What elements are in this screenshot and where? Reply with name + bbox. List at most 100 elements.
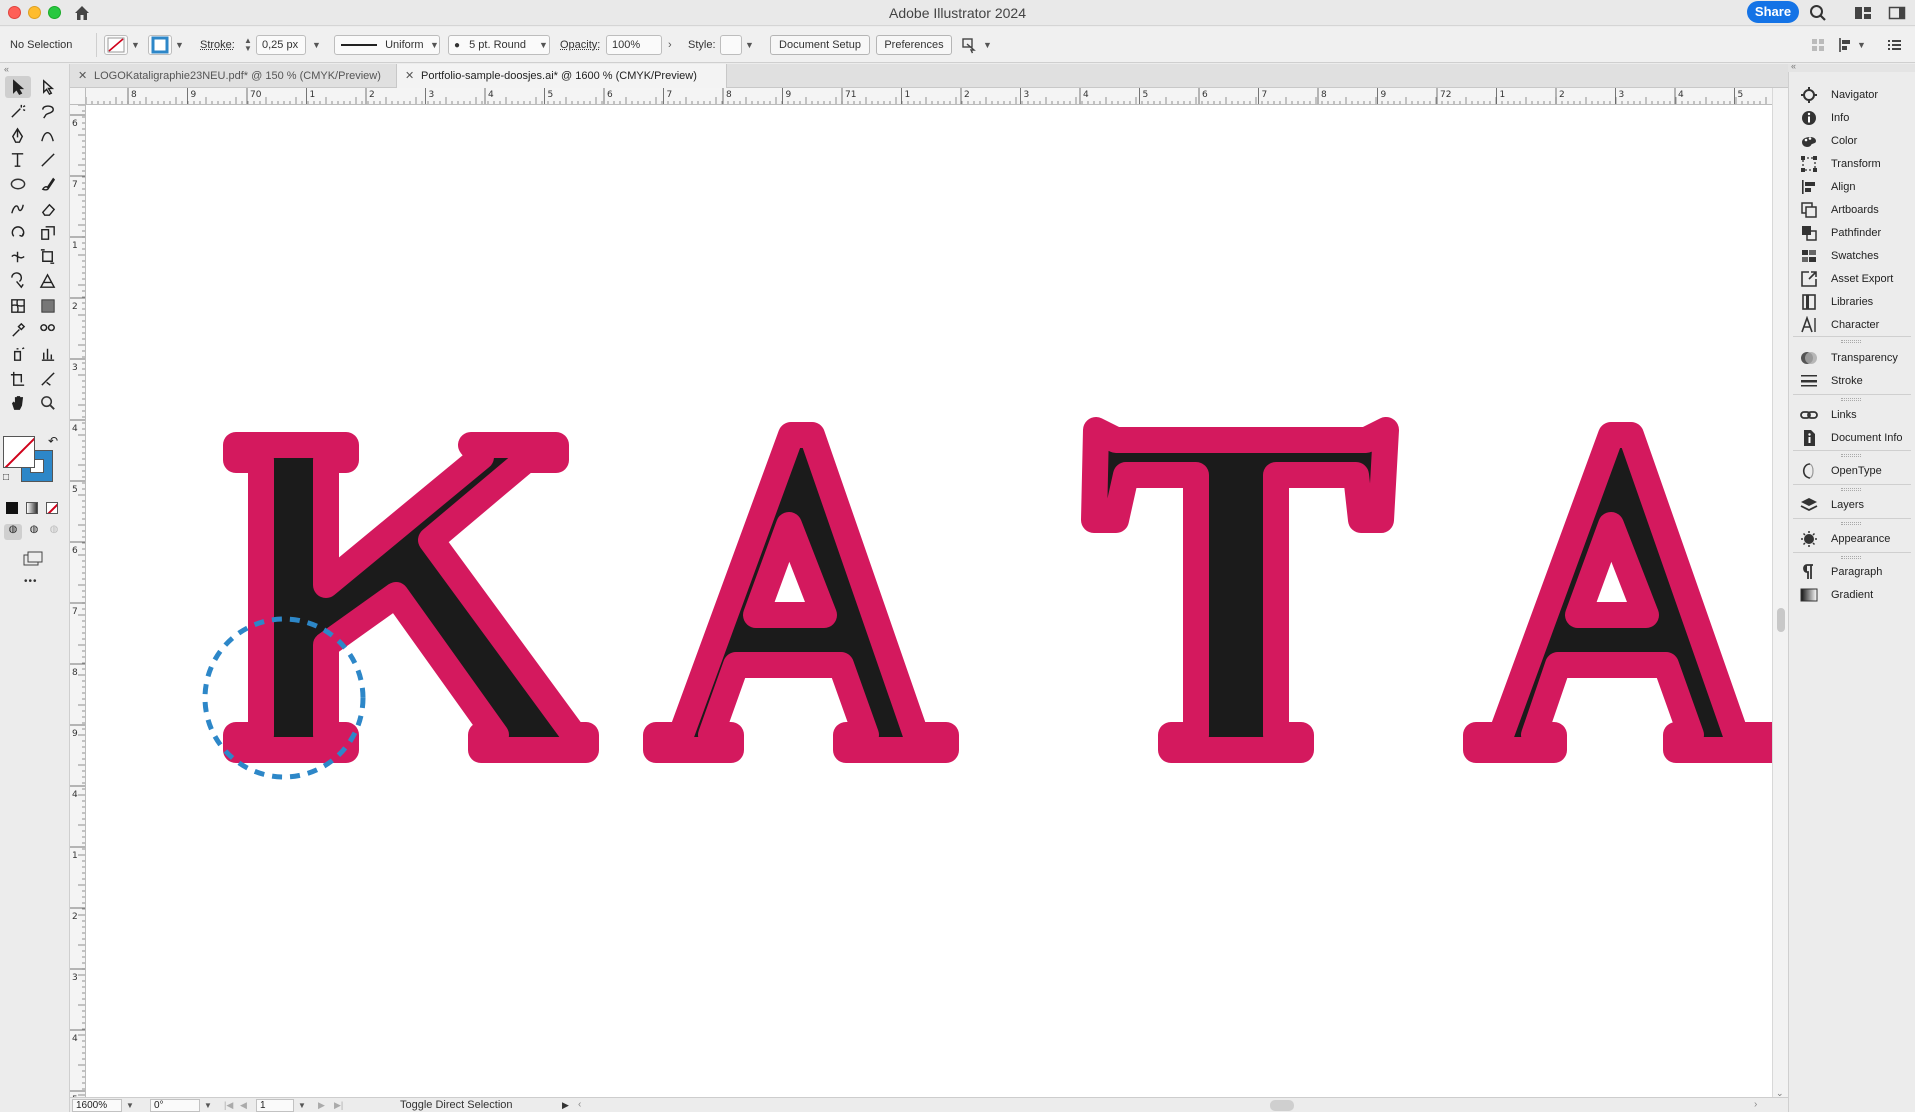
stroke-weight-dropdown-icon[interactable]: ▼ [312,40,321,50]
tab-logokataligraphie[interactable]: ✕ LOGOKataligraphie23NEU.pdf* @ 150 % (C… [70,64,397,88]
search-icon[interactable] [1808,3,1828,23]
first-artboard-icon[interactable]: |◀ [224,1098,233,1112]
letter-k[interactable] [223,432,599,763]
line-segment-tool[interactable] [35,149,61,171]
artboard-canvas[interactable] [86,105,1772,1101]
edit-toolbar-icon[interactable]: ••• [24,576,38,587]
document-setup-button[interactable]: Document Setup [770,35,870,55]
panel-item-layers[interactable]: Layers [1789,492,1915,518]
panel-item-stroke[interactable]: Stroke [1789,368,1915,394]
eraser-tool[interactable] [35,198,61,220]
fill-color-box[interactable] [3,436,35,468]
close-tab-icon[interactable]: ✕ [78,64,87,88]
column-graph-tool[interactable] [35,343,61,365]
type-tool[interactable] [5,149,31,171]
perspective-grid-tool[interactable] [35,270,61,292]
direct-selection-tool[interactable] [35,76,61,98]
vertical-scroll-thumb[interactable] [1777,608,1785,632]
panel-group-grip[interactable] [1841,556,1861,559]
style-dropdown-icon[interactable]: ▼ [745,40,754,50]
slice-tool[interactable] [35,368,61,390]
brush-definition-select[interactable]: ● 5 pt. Round [448,35,550,55]
letter-a[interactable] [643,422,959,763]
panel-group-grip[interactable] [1841,340,1861,343]
none-mode-button[interactable] [46,502,58,514]
ruler-origin[interactable] [70,88,86,105]
panel-dock-header[interactable]: « [1788,61,1915,72]
preferences-button[interactable]: Preferences [876,35,952,55]
gradient-tool[interactable] [35,295,61,317]
opacity-expand-icon[interactable]: › [668,39,672,51]
vertical-ruler[interactable]: 67123456789412345 [70,105,86,1101]
distribute-options-icon[interactable] [1836,35,1856,55]
panel-item-gradient[interactable]: Gradient [1789,582,1915,608]
fill-dropdown-icon[interactable]: ▼ [131,40,140,50]
panel-group-grip[interactable] [1841,522,1861,525]
symbol-sprayer-tool[interactable] [5,343,31,365]
artboard-dropdown-icon[interactable]: ▼ [298,1101,306,1110]
selection-tool[interactable] [5,76,31,98]
graphic-style-swatch[interactable] [720,35,742,55]
color-mode-button[interactable] [6,502,18,514]
scale-tool[interactable] [35,222,61,244]
draw-inside-button[interactable]: ◍ [46,524,62,540]
draw-normal-button[interactable]: ◍ [4,524,22,540]
pen-tool[interactable] [5,125,31,147]
share-button[interactable]: Share [1747,1,1799,23]
stroke-dropdown-icon[interactable]: ▼ [175,40,184,50]
panel-item-document-info[interactable]: Document Info [1789,425,1915,451]
variable-width-profile-select[interactable]: Uniform [334,35,440,55]
artboard-number-input[interactable]: 1 [256,1099,294,1112]
rotation-input[interactable]: 0° [150,1099,200,1112]
vertical-scrollbar[interactable]: ⌄ [1772,88,1788,1101]
align-options-icon[interactable] [1808,35,1828,55]
mesh-tool[interactable] [5,295,31,317]
blend-tool[interactable] [35,319,61,341]
swap-fill-stroke-icon[interactable]: ↶ [48,434,58,448]
profile-dropdown-icon[interactable]: ▼ [430,40,439,50]
panel-group-grip[interactable] [1841,398,1861,401]
artboard-tool[interactable] [5,368,31,390]
horizontal-scroll-thumb[interactable] [1270,1100,1294,1111]
lasso-tool[interactable] [35,100,61,122]
toolbar-collapse-icon[interactable]: « [4,64,9,74]
close-tab-icon[interactable]: ✕ [405,64,414,88]
curvature-tool[interactable] [35,125,61,147]
default-fill-stroke-icon[interactable]: □ [3,472,9,483]
arrange-dropdown-icon[interactable]: ▼ [983,40,992,50]
control-menu-icon[interactable] [1884,35,1904,55]
rotation-dropdown-icon[interactable]: ▼ [204,1101,212,1110]
arrange-documents-icon[interactable] [960,35,980,55]
panel-item-appearance[interactable]: Appearance [1789,526,1915,552]
panel-item-character[interactable]: Character [1789,312,1915,338]
panel-group-grip[interactable] [1841,488,1861,491]
stroke-swatch[interactable] [148,35,172,55]
scroll-left-icon[interactable]: ‹ [578,1098,581,1112]
zoom-tool[interactable] [35,392,61,414]
eyedropper-tool[interactable] [5,319,31,341]
panel-item-opentype[interactable]: OpenType [1789,458,1915,484]
tab-portfolio-sample[interactable]: ✕ Portfolio-sample-doosjes.ai* @ 1600 % … [397,64,727,88]
letter-t[interactable] [1081,417,1399,763]
stroke-label[interactable]: Stroke: [200,27,235,63]
rotate-tool[interactable] [5,222,31,244]
fill-swatch[interactable] [104,35,128,55]
status-menu-icon[interactable]: ▶ [562,1098,569,1112]
shaper-tool[interactable] [5,198,31,220]
paintbrush-tool[interactable] [35,173,61,195]
workspace-switcher-icon[interactable] [1853,3,1873,23]
opacity-input[interactable]: 100% [606,35,662,55]
stroke-weight-input[interactable]: 0,25 px [256,35,306,55]
magic-wand-tool[interactable] [5,100,31,122]
gradient-mode-button[interactable] [26,502,38,514]
stroke-stepper-icon[interactable]: ▲ ▼ [244,37,252,53]
next-artboard-icon[interactable]: ▶ [318,1098,325,1112]
letter-a-second[interactable] [1463,422,1772,763]
shape-builder-tool[interactable] [5,270,31,292]
previous-artboard-icon[interactable]: ◀ [240,1098,247,1112]
scroll-right-icon[interactable]: › [1754,1098,1757,1112]
free-transform-tool[interactable] [35,246,61,268]
hand-tool[interactable] [5,392,31,414]
zoom-level-input[interactable]: 1600% [72,1099,122,1112]
width-tool[interactable] [5,246,31,268]
